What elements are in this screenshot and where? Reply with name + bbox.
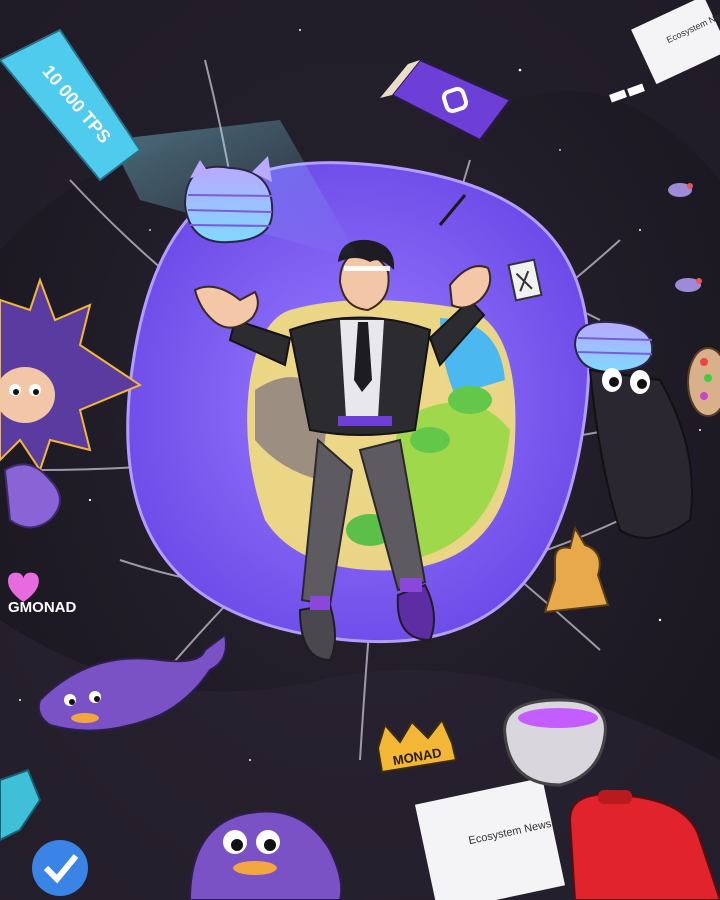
gmonad-label: GMONAD: [8, 599, 76, 616]
beanie-hat-left: [183, 156, 274, 244]
beanie-hat-right: [573, 320, 654, 374]
illustration: 10 000 TPS Ecosystem News GMONAD MONAD E…: [0, 0, 720, 900]
verified-badge-icon: [32, 840, 88, 896]
paint-palette: [687, 347, 720, 417]
